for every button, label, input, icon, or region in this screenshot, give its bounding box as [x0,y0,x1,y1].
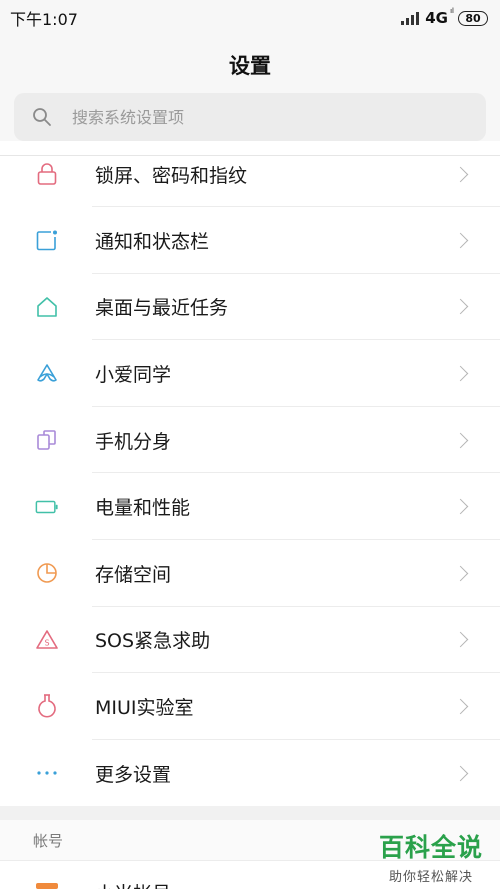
chevron-right-icon [452,632,469,648]
section-header-label: 帐号 [33,831,64,850]
chevron-right-icon [452,365,469,382]
chevron-right-icon [452,498,469,515]
chevron-right-icon [452,232,469,249]
search-input[interactable] [70,106,434,128]
chevron-right-icon [452,166,469,182]
settings-item-label: 小米帐号 [95,879,171,889]
status-time: 下午1:07 [10,10,78,29]
settings-item-second-space[interactable]: 手机分身 [0,407,500,474]
settings-item-label: 桌面与最近任务 [95,297,229,320]
search-icon [33,108,51,126]
chevron-right-icon [452,299,469,315]
settings-item-label: MIUI实验室 [95,696,194,719]
settings-item-miui-lab[interactable]: MIUI实验室 [0,673,500,740]
settings-item-storage[interactable]: 存储空间 [0,540,500,607]
settings-item-home-screen[interactable]: 桌面与最近任务 [0,274,500,341]
watermark-title: 百科全说 [378,833,483,862]
chevron-right-icon [452,565,469,582]
settings-item-notifications[interactable]: 通知和状态栏 [0,207,500,274]
settings-item-battery[interactable]: 电量和性能 [0,473,500,540]
xiaoai-icon [35,361,59,385]
lab-icon [35,694,59,718]
status-bar: 下午1:07 4G ıl 80 [0,0,500,36]
chevron-right-icon [452,765,469,781]
settings-item-label: 电量和性能 [95,497,191,520]
watermark: 百科全说 助你轻松解决 [376,828,486,885]
settings-item-sos[interactable]: S SOS紧急求助 [0,607,500,674]
home-icon [35,295,59,319]
search-bar[interactable] [14,93,486,141]
watermark-subtitle: 助你轻松解决 [388,870,473,885]
page-title: 设置 [229,54,271,78]
status-indicators: 4G ıl 80 [401,7,488,27]
settings-item-label: 锁屏、密码和指纹 [95,164,248,187]
svg-text:S: S [44,638,49,647]
battery-icon: 80 [458,10,488,26]
settings-item-label: 更多设置 [95,763,172,786]
more-icon [35,761,59,785]
battery-level: 80 [465,11,481,25]
battery-icon [35,495,59,519]
sos-icon: S [35,628,59,652]
settings-item-label: 手机分身 [95,430,172,453]
list-top-divider [0,155,500,156]
settings-list: 锁屏、密码和指纹 通知和状态栏 桌面与最近任务 小爱同学 手机分身 电量和性能 … [0,141,500,807]
mi-account-icon [36,883,58,889]
chevron-right-icon [452,698,469,715]
chevron-right-icon [452,432,469,448]
signal-strength-icon [401,11,420,25]
notification-icon [35,228,59,252]
settings-item-xiaoai[interactable]: 小爱同学 [0,340,500,407]
section-gap [0,806,500,820]
network-type: 4G ıl [425,7,454,27]
settings-item-label: 通知和状态栏 [95,230,210,253]
network-activity-icon: ıl [450,7,454,15]
lock-icon [35,162,59,186]
storage-icon [35,561,59,585]
settings-item-label: 存储空间 [95,563,172,586]
settings-item-more-settings[interactable]: 更多设置 [0,740,500,807]
settings-item-label: SOS紧急求助 [95,630,211,653]
second-space-icon [35,428,59,452]
settings-item-label: 小爱同学 [95,363,172,386]
settings-item-lock-screen[interactable]: 锁屏、密码和指纹 [0,141,500,207]
